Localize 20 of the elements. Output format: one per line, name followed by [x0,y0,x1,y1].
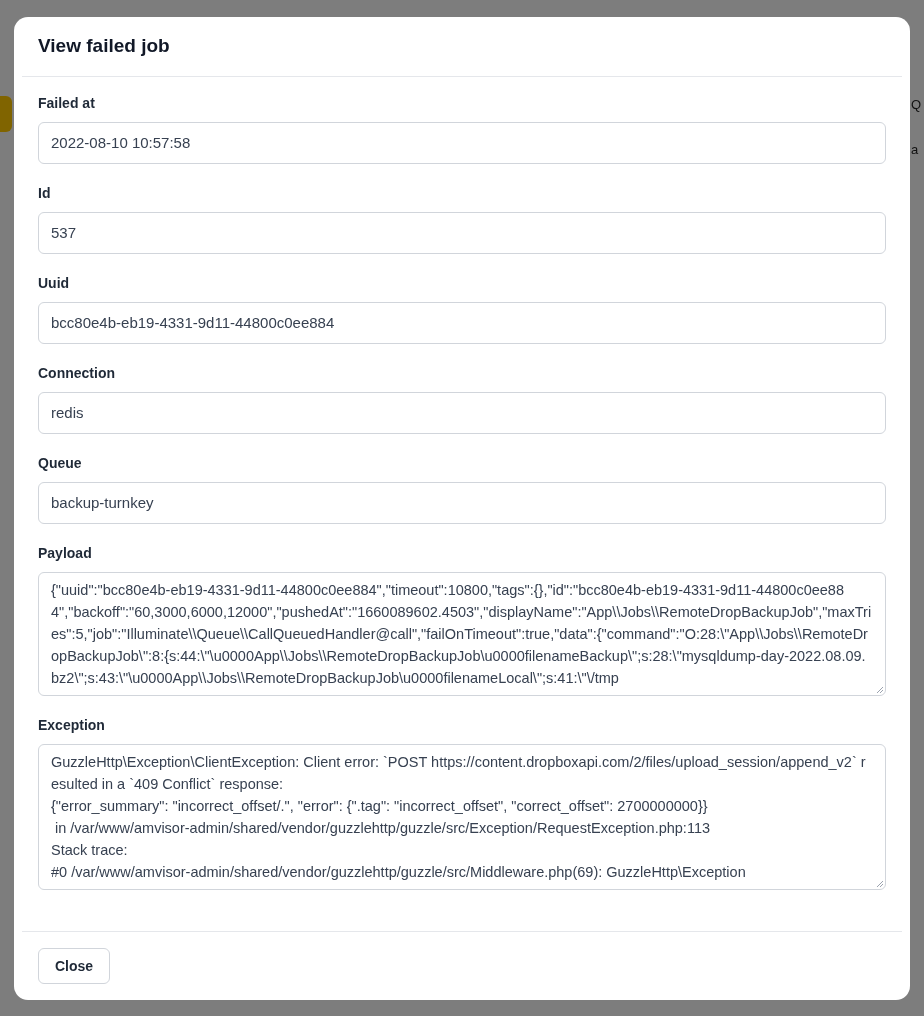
field-label: Failed at [38,94,96,113]
close-button[interactable]: Close [38,948,111,984]
background-text: Q [911,97,922,112]
field-label: Payload [38,544,93,563]
text-area[interactable]: GuzzleHttp\Exception\ClientException: Client error: `POST https://content.dropboxapi.com/2/files/upload_session/append_v2` resulted in a `409 Conflict` response: {"error_summary": "incorrect_offset/.", "error": {".tag": "incorrect_offset", "correct_offset": 2700000000}} in /var/www/amvisor-admin/shared/vendor/guzzlehttp/guzzle/src/Exception/RequestException.php:113 Stack trace: #0 /var/www/amvisor-admin/shared/vendor/guzzlehttp/guzzle/src/Middleware.php(69): GuzzleHttp\Exception [38,744,886,890]
text-area[interactable]: {"uuid":"bcc80e4b-eb19-4331-9d11-44800c0ee884","timeout":10800,"tags":{},"id":"bcc80e4b-eb19-4331-9d11-44800c0ee884","backoff":"60,3000,6000,12000","pushedAt":"1660089602.4503","displayName":"App\\Jobs\\RemoteDropBackupJob","maxTries":5,"job":"Illuminate\\Queue\\CallQueuedHandler@call","failOnTimeout":true,"data":{"command":"O:28:\"App\\Jobs\\RemoteDropBackupJob\":8:{s:44:\"\u0000App\\Jobs\\RemoteDropBackupJob\u0000filenameBackup\";s:28:\"mysqldump-day-2022.08.09.bz2\";s:43:\"\u0000App\\Jobs\\RemoteDropBackupJob\u0000filenameLocal\";s:41:\"\/tmp [38,572,886,696]
field-label: Uuid [38,274,71,293]
resize-handle-icon [875,879,884,888]
text-field[interactable]: 2022-08-10 10:57:58 [38,122,886,164]
field-label: Exception [38,716,106,735]
text-field[interactable]: 537 [38,212,886,254]
field-label: Id [38,184,52,203]
text-field[interactable]: backup-turnkey [38,482,886,524]
field-label: Queue [38,454,83,473]
text-field[interactable]: bcc80e4b-eb19-4331-9d11-44800c0ee884 [38,302,886,344]
background-text: a [911,142,919,157]
resize-handle-icon [875,685,884,694]
text-field[interactable]: redis [38,392,886,434]
modal-title: View failed job [38,34,170,59]
field-label: Connection [38,364,116,383]
